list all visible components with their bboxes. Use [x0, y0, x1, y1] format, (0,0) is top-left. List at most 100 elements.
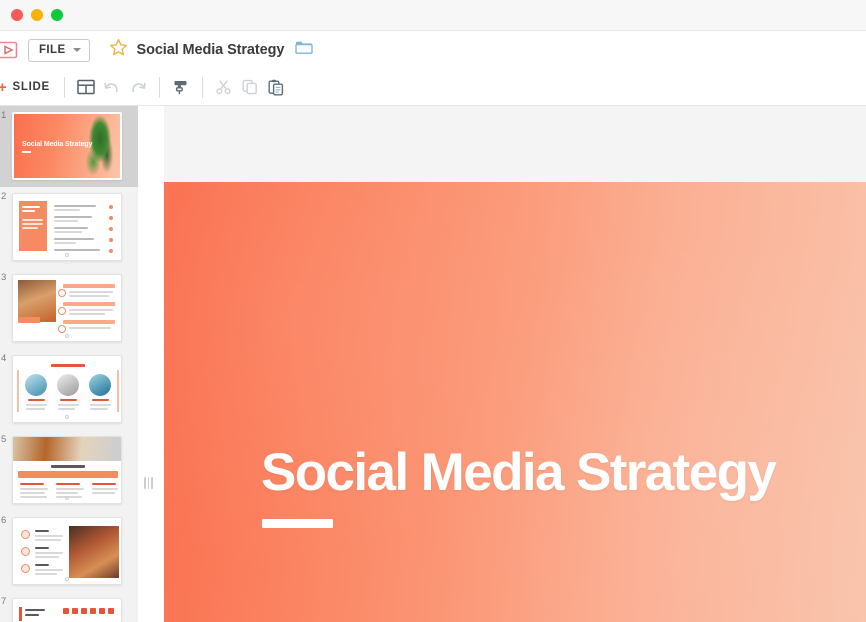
thumb-line	[54, 249, 100, 251]
toolbar-divider	[201, 76, 203, 98]
thumb-line	[35, 535, 63, 537]
paint-format-icon[interactable]	[168, 74, 194, 100]
thumb-social-icon	[90, 608, 96, 614]
thumb-bullet-icon	[21, 530, 30, 539]
slide-title[interactable]: Social Media Strategy	[261, 446, 777, 499]
thumb-line	[22, 219, 43, 221]
thumb-line	[92, 483, 116, 485]
undo-icon[interactable]	[99, 74, 125, 100]
slide-thumbnail-row[interactable]: 2	[0, 187, 138, 268]
thumb-line	[54, 220, 78, 222]
thumb-social-icon	[108, 608, 114, 614]
current-slide[interactable]: Social Media Strategy	[164, 182, 866, 622]
thumb-bar	[63, 320, 115, 324]
thumb-line	[58, 404, 79, 406]
document-title[interactable]: Social Media Strategy	[137, 42, 285, 58]
slide-thumbnail-3[interactable]	[12, 274, 122, 342]
thumb-line	[69, 291, 113, 293]
thumb-social-icon	[81, 608, 87, 614]
thumb-line	[35, 556, 59, 558]
thumb-line	[92, 488, 118, 490]
thumb-marker	[109, 205, 113, 209]
thumb-photo	[13, 437, 121, 461]
slide-thumbnail-row[interactable]: 5	[0, 430, 138, 511]
slide-thumbnail-1[interactable]: Social Media Strategy	[12, 112, 122, 180]
panel-resize-handle[interactable]	[143, 476, 154, 490]
slide-thumbnail-row[interactable]: 6	[0, 511, 138, 592]
slide-thumbnail-row[interactable]: 4	[0, 349, 138, 430]
thumb-social-icon	[72, 608, 78, 614]
thumb-banner	[18, 471, 118, 478]
thumb-line	[20, 496, 47, 498]
slide-number: 5	[1, 434, 7, 445]
window-maximize-button[interactable]	[51, 9, 63, 21]
slide-thumbnail-panel[interactable]: 1 Social Media Strategy 2 3 4 5 6 7	[0, 106, 138, 622]
thumb-line	[35, 552, 63, 554]
slide-thumbnail-6[interactable]	[12, 517, 122, 585]
thumb-page-dot	[65, 253, 69, 257]
folder-icon[interactable]	[295, 40, 314, 61]
new-slide-button[interactable]: + SLIDE	[0, 80, 56, 95]
slide-number: 3	[1, 272, 7, 283]
thumb-line	[56, 496, 82, 498]
thumb-line	[26, 408, 45, 410]
thumb-line	[92, 492, 115, 494]
window-close-button[interactable]	[11, 9, 23, 21]
thumb-page-dot	[65, 577, 69, 581]
thumb-title: Social Media Strategy	[22, 141, 93, 148]
thumb-line	[35, 530, 49, 532]
thumb-social-icon	[63, 608, 69, 614]
slide-accent-rule	[262, 519, 333, 528]
thumb-line	[20, 483, 44, 485]
thumb-line	[54, 238, 94, 240]
slide-number: 2	[1, 191, 7, 202]
slide-thumbnail-row[interactable]: 3	[0, 268, 138, 349]
thumb-line	[90, 404, 111, 406]
thumb-sidebar-block	[19, 201, 47, 251]
slide-number: 6	[1, 515, 7, 526]
thumb-marker	[109, 238, 113, 242]
thumb-line	[20, 492, 45, 494]
thumb-line	[35, 569, 63, 571]
star-icon[interactable]	[109, 38, 128, 62]
layout-icon[interactable]	[73, 74, 99, 100]
toolbar-divider	[158, 76, 160, 98]
thumb-title-bar	[51, 465, 85, 468]
thumb-line	[35, 564, 49, 566]
slide-thumbnail-7[interactable]	[12, 598, 122, 622]
paste-icon[interactable]	[263, 74, 289, 100]
thumb-line	[25, 609, 45, 611]
thumb-line	[35, 547, 49, 549]
slide-canvas[interactable]: Social Media Strategy	[164, 106, 866, 622]
thumb-line	[69, 327, 111, 329]
thumb-line	[22, 227, 38, 229]
file-menu-button[interactable]: FILE	[28, 38, 90, 62]
thumb-marker	[109, 216, 113, 220]
plus-icon: +	[0, 78, 8, 96]
thumb-line	[22, 206, 40, 208]
slide-thumbnail-2[interactable]	[12, 193, 122, 261]
thumb-avatar	[25, 374, 47, 396]
thumb-line	[54, 231, 82, 233]
slide-thumbnail-4[interactable]	[12, 355, 122, 423]
thumb-bar	[63, 302, 115, 306]
slide-thumbnail-5[interactable]	[12, 436, 122, 504]
copy-icon[interactable]	[237, 74, 263, 100]
thumb-avatar	[89, 374, 111, 396]
thumb-line	[60, 399, 77, 401]
thumb-avatar	[57, 374, 79, 396]
cut-icon[interactable]	[211, 74, 237, 100]
slide-thumbnail-row[interactable]: 1 Social Media Strategy	[0, 106, 138, 187]
thumb-line	[54, 242, 76, 244]
slide-thumbnail-row[interactable]: 7	[0, 592, 138, 622]
redo-icon[interactable]	[125, 74, 151, 100]
thumb-bullet-icon	[21, 564, 30, 573]
slide-number: 1	[1, 110, 7, 121]
thumb-line	[35, 539, 61, 541]
window-minimize-button[interactable]	[31, 9, 43, 21]
thumb-caption-chip	[18, 317, 40, 323]
thumb-line	[20, 488, 48, 490]
thumb-accent-bar	[19, 607, 22, 621]
thumb-line	[54, 216, 92, 218]
thumb-line	[69, 309, 113, 311]
